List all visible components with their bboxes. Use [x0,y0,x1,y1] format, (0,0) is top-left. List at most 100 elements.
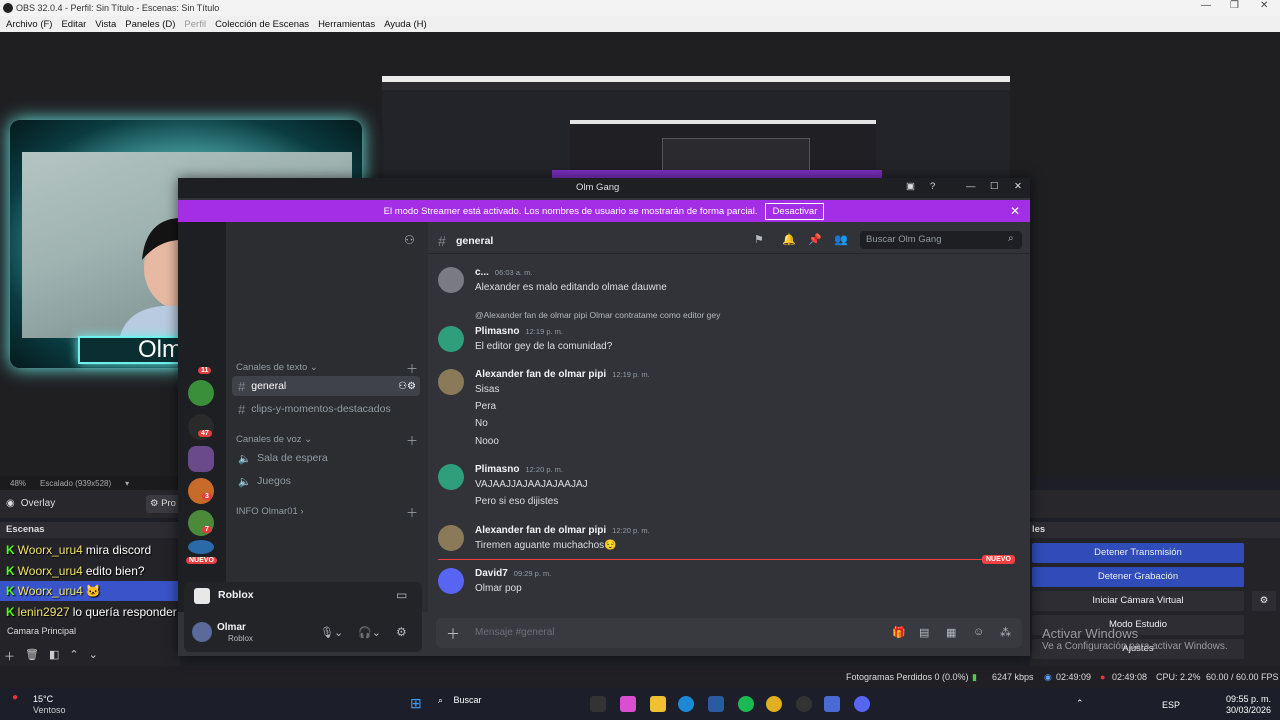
channel-clips[interactable]: # clips-y-momentos-destacados [232,399,420,419]
reply-preview[interactable]: @Alexander fan de olmar pipi Olmar contr… [475,310,720,320]
threads-icon[interactable]: ⚑ [754,233,764,246]
taskbar-app-icon[interactable] [590,696,606,712]
server-icon[interactable] [188,380,214,406]
file-explorer-icon[interactable] [650,696,666,712]
gift-icon[interactable]: 🎁 [892,626,906,639]
close-icon[interactable]: ✕ [1260,0,1268,11]
channel-label: general [251,380,287,392]
gear-icon[interactable]: ⚙ [396,625,407,639]
avatar[interactable] [438,525,464,551]
sticker-icon[interactable]: ▦ [946,626,956,639]
info-category[interactable]: INFO Olmar01 › [236,506,304,517]
chevron-down-icon[interactable]: ▾ [125,479,129,488]
filter-icon[interactable]: ◧ [49,648,59,664]
temperature[interactable]: 15°C [33,694,53,704]
minimize-icon[interactable]: — [966,181,976,192]
store-icon[interactable] [708,696,724,712]
menu-ayuda[interactable]: Ayuda (H) [384,19,427,30]
avatar[interactable] [438,369,464,395]
message-author[interactable]: David7 09:29 p. m. [475,568,551,579]
emoji-icon[interactable]: ☺ [973,626,984,638]
pin-icon[interactable]: 📌 [808,233,822,246]
search-input[interactable]: Buscar Olm Gang [860,231,1022,249]
members-icon[interactable]: 👥 [834,233,848,246]
avatar[interactable] [192,622,212,642]
taskbar-app-icon[interactable] [824,696,840,712]
taskbar-search[interactable]: ⌕ Buscar [438,695,578,715]
close-icon[interactable]: ✕ [1014,181,1022,192]
message-author[interactable]: Alexander fan de olmar pipi 12:20 p. m. [475,525,650,536]
message-author[interactable]: Plimasno 12:19 p. m. [475,326,563,337]
add-friend-icon[interactable]: ⚇ [404,233,415,247]
menu-perfil[interactable]: Perfil [184,19,206,30]
minimize-icon[interactable]: — [1201,0,1211,11]
text-category[interactable]: Canales de texto ⌄ [236,362,318,373]
add-channel-icon[interactable]: ＋ [406,360,418,377]
language[interactable]: ESP [1162,700,1180,710]
server-icon-active[interactable] [188,446,214,472]
message-input[interactable]: ＋ Mensaje #general 🎁 ▤ ▦ ☺ ⁂ [436,618,1022,648]
message-author[interactable]: Plimasno 12:20 p. m. [475,464,563,475]
add-icon[interactable]: ＋ [4,648,15,664]
avatar[interactable] [438,267,464,293]
virtual-cam-button[interactable]: Iniciar Cámara Virtual [1032,591,1244,611]
gif-icon[interactable]: ▤ [919,626,929,639]
chat-user: Woorx_uru4 [17,584,83,598]
message-text: Nooo [475,436,499,447]
server-icon[interactable] [188,478,214,504]
inbox-icon[interactable]: ▣ [906,181,915,192]
apps-icon[interactable]: ⁂ [1000,626,1011,639]
close-icon[interactable]: ✕ [1010,204,1020,218]
menu-editar[interactable]: Editar [61,19,86,30]
menu-herramientas[interactable]: Herramientas [318,19,375,30]
invite-icon[interactable]: ⚇⚙ [398,381,416,392]
menu-vista[interactable]: Vista [95,19,116,30]
add-attachment-icon[interactable]: ＋ [446,624,460,644]
chevron-up-icon[interactable]: ⌃ [69,648,78,664]
obs-menubar: Archivo (F) Editar Vista Paneles (D) Per… [0,16,1280,32]
bell-icon[interactable]: 🔔 [782,233,796,246]
channel-general[interactable]: # general ⚇⚙ [232,376,420,396]
clock-time[interactable]: 09:55 p. m. [1226,694,1271,704]
edge-icon[interactable] [678,696,694,712]
voice-channel[interactable]: 🔈 Sala de espera [232,448,420,468]
discord-icon[interactable] [854,696,870,712]
voice-category[interactable]: Canales de voz ⌄ [236,434,312,445]
chevron-down-icon[interactable]: ⌄ [89,648,98,664]
obs-icon[interactable] [796,696,812,712]
trash-icon[interactable]: 🗑 [25,648,39,664]
avatar[interactable] [438,326,464,352]
activate-windows: Activar Windows Ve a Configuración para … [1042,626,1228,652]
maximize-icon[interactable]: ❐ [1230,0,1239,11]
add-channel-icon[interactable]: ＋ [406,504,418,521]
message-author[interactable]: c... 06:03 a. m. [475,267,532,278]
help-icon[interactable]: ? [930,181,935,192]
gear-icon[interactable]: ⚙ [1252,591,1276,611]
copilot-icon[interactable] [620,696,636,712]
microphone-icon[interactable]: 🎙⌄ [320,626,343,639]
menu-paneles[interactable]: Paneles (D) [125,19,175,30]
windows-start-icon[interactable]: ⊞ [410,695,422,712]
chat-overlay-row[interactable]: K Woorx_uru4 🐱 [0,581,180,601]
scene-camara-principal[interactable]: Camara Principal [7,626,76,636]
activity-icon[interactable]: ▭ [396,588,407,602]
maximize-icon[interactable]: ☐ [990,181,999,192]
zoom-level[interactable]: 48% [10,479,26,488]
chevron-up-icon[interactable]: ⌃ [1076,698,1084,709]
menu-coleccion[interactable]: Colección de Escenas [215,19,309,30]
server-icon[interactable] [188,540,214,554]
voice-channel[interactable]: 🔈 Juegos [232,471,420,491]
chat-overlay-row[interactable]: K Woorx_uru4 edito bien? [0,561,180,581]
spotify-icon[interactable] [738,696,754,712]
avatar[interactable] [438,464,464,490]
menu-archivo[interactable]: Archivo (F) [6,19,52,30]
headphones-icon[interactable]: 🎧⌄ [358,626,381,639]
chrome-icon[interactable] [766,696,782,712]
stop-stream-button[interactable]: Detener Transmisión [1032,543,1244,563]
deactivate-button[interactable]: Desactivar [765,202,825,220]
chat-overlay-row[interactable]: K Woorx_uru4 mira discord [0,540,180,560]
message-author[interactable]: Alexander fan de olmar pipi 12:19 p. m. [475,369,650,380]
stop-record-button[interactable]: Detener Grabación [1032,567,1244,587]
add-channel-icon[interactable]: ＋ [406,432,418,449]
discord-avatar-icon[interactable] [438,568,464,594]
